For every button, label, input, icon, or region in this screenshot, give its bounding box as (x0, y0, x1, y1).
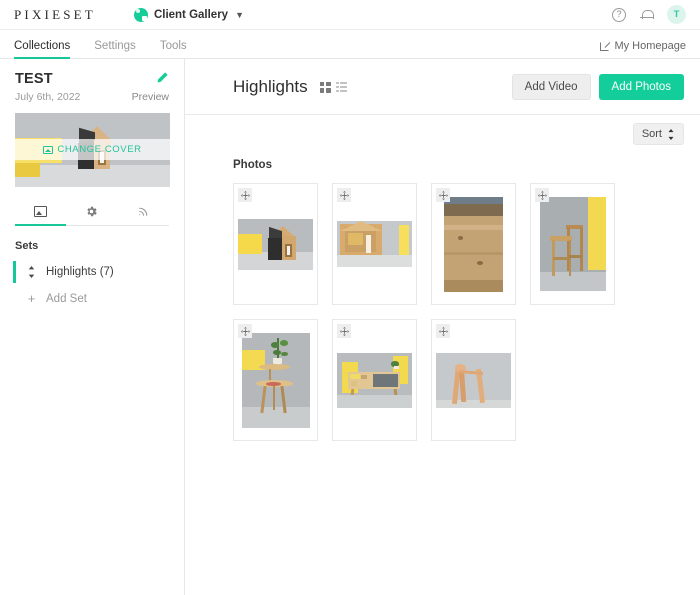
photos-heading: Photos (233, 159, 272, 171)
add-set-button[interactable]: + Add Set (15, 292, 169, 305)
sidebar-tab-settings[interactable] (66, 205, 117, 225)
pencil-icon[interactable] (155, 71, 169, 85)
sidebar-set-highlights[interactable]: Highlights (7) (13, 261, 169, 283)
collection-title: TEST (15, 71, 53, 87)
gallery-switcher[interactable]: Client Gallery ▼ (133, 7, 244, 22)
collection-header: TEST (15, 71, 169, 87)
gallery-switcher-label: Client Gallery (153, 8, 229, 21)
external-link-icon (600, 41, 610, 51)
move-icon[interactable] (436, 324, 450, 338)
photo-card[interactable] (332, 319, 417, 441)
pixieset-app-window: PIXIESET Client Gallery ▼ ? T Collection… (0, 0, 700, 595)
photo-thumbnail (539, 197, 606, 291)
photo-card[interactable] (530, 183, 615, 305)
sidebar-tab-photos[interactable] (15, 205, 67, 226)
photo-thumbnail (337, 352, 412, 408)
move-icon[interactable] (337, 324, 351, 338)
view-toggle-group (319, 81, 347, 93)
move-icon[interactable] (238, 324, 252, 338)
main-panel: Highlights Add Video Add Photos Sort Pho… (185, 59, 700, 595)
collection-date: July 6th, 2022 (15, 91, 81, 103)
tab-collections[interactable]: Collections (14, 40, 71, 59)
sort-updown-icon (667, 128, 675, 140)
cover-image[interactable]: CHANGE COVER (15, 113, 170, 187)
sets-heading: Sets (15, 240, 39, 252)
my-homepage-link[interactable]: My Homepage (600, 40, 686, 58)
move-icon[interactable] (436, 188, 450, 202)
tab-settings[interactable]: Settings (94, 40, 136, 58)
sidebar-tab-feed[interactable] (118, 205, 169, 225)
help-icon[interactable]: ? (612, 7, 626, 22)
sidebar-panel-tabs (15, 205, 169, 226)
set-label: Highlights (7) (46, 266, 114, 278)
photo-thumbnail (241, 332, 310, 428)
my-homepage-label: My Homepage (614, 40, 686, 52)
list-view-icon[interactable] (335, 81, 347, 93)
rss-icon (138, 207, 148, 216)
avatar[interactable]: T (667, 5, 686, 24)
top-bar-actions: ? T (612, 5, 686, 24)
bell-icon[interactable] (640, 8, 654, 22)
change-cover-overlay[interactable]: CHANGE COVER (15, 139, 170, 160)
move-icon[interactable] (535, 188, 549, 202)
gear-icon (87, 206, 98, 217)
change-cover-label: CHANGE COVER (57, 144, 142, 155)
photo-card[interactable] (431, 183, 516, 305)
add-photos-button[interactable]: Add Photos (598, 74, 684, 100)
content-area: TEST July 6th, 2022 Preview CHANGE COVER… (0, 59, 700, 595)
top-bar: PIXIESET Client Gallery ▼ ? T (0, 0, 700, 30)
add-video-button[interactable]: Add Video (511, 74, 591, 100)
photo-thumbnail (238, 218, 313, 270)
photo-card[interactable] (233, 319, 318, 441)
preview-link[interactable]: Preview (132, 91, 169, 103)
chevron-down-icon: ▼ (235, 9, 244, 20)
plus-icon: + (27, 291, 36, 306)
drag-handle-icon[interactable] (27, 266, 36, 278)
photo-icon (34, 206, 48, 217)
photo-grid (185, 171, 700, 441)
move-icon[interactable] (238, 188, 252, 202)
main-nav: Collections Settings Tools My Homepage (0, 30, 700, 59)
collection-meta: July 6th, 2022 Preview (15, 91, 169, 103)
brand-logo[interactable]: PIXIESET (14, 7, 96, 23)
photo-thumbnail (436, 352, 511, 408)
sidebar: TEST July 6th, 2022 Preview CHANGE COVER… (0, 59, 185, 595)
pixieset-logo-icon (133, 7, 148, 22)
move-icon[interactable] (337, 188, 351, 202)
tab-tools[interactable]: Tools (160, 40, 187, 58)
page-title: Highlights (233, 77, 308, 96)
add-set-label: Add Set (46, 292, 87, 305)
photo-card[interactable] (431, 319, 516, 441)
grid-view-icon[interactable] (319, 81, 331, 93)
image-icon (43, 145, 54, 154)
sort-label: Sort (641, 128, 662, 140)
photo-thumbnail (444, 196, 503, 292)
photo-thumbnail (337, 221, 412, 267)
photo-card[interactable] (233, 183, 318, 305)
header-actions: Add Video Add Photos (511, 74, 684, 100)
photo-card[interactable] (332, 183, 417, 305)
sort-button[interactable]: Sort (632, 123, 684, 145)
sort-row: Sort (185, 115, 700, 145)
set-header: Highlights Add Video Add Photos (185, 69, 700, 105)
